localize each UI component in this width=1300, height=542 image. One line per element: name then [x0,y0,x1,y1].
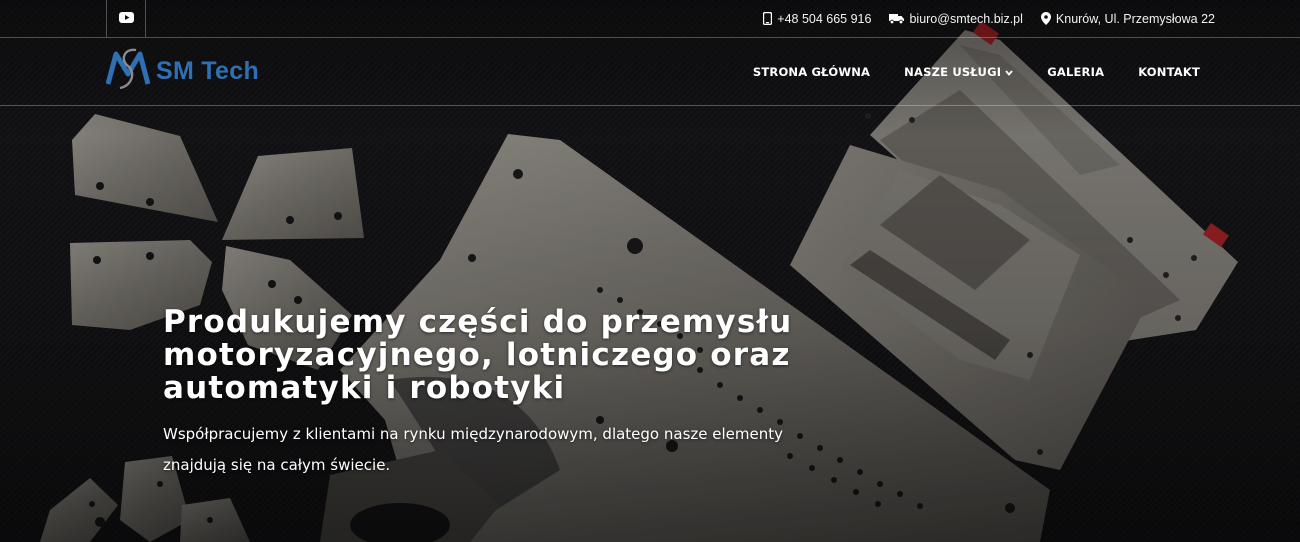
hero-title-line: motoryzacyjnego, lotniczego oraz [163,337,791,373]
hero-title-line: Produkujemy części do przemysłu [163,304,793,340]
nav-item-contact[interactable]: KONTAKT [1138,65,1200,79]
logo-mark-icon [105,46,151,97]
email-contact[interactable]: biuro@smtech.biz.pl [889,11,1023,26]
truck-icon [889,13,905,24]
nav-item-label: KONTAKT [1138,64,1200,79]
nav-item-label: GALERIA [1047,64,1105,79]
youtube-link[interactable] [106,0,146,37]
map-pin-icon [1040,12,1051,25]
address-text: Knurów, Ul. Przemysłowa 22 [1055,11,1215,26]
top-bar: +48 504 665 916 biuro@smtech.biz.pl Knur… [0,0,1300,38]
main-nav: STRONA GŁÓWNA NASZE USŁUGI GALERIA KONTA… [753,38,1200,105]
address-contact[interactable]: Knurów, Ul. Przemysłowa 22 [1040,11,1215,26]
nav-item-gallery[interactable]: GALERIA [1047,65,1104,79]
nav-item-label: NASZE USŁUGI [904,64,1002,79]
phone-number: +48 504 665 916 [777,11,872,26]
logo[interactable]: SM Tech [105,46,260,97]
nav-item-home[interactable]: STRONA GŁÓWNA [753,65,870,79]
hero-subtitle: Współpracujemy z klientami na rynku międ… [163,425,783,474]
nav-item-label: STRONA GŁÓWNA [752,64,871,79]
phone-icon [763,12,773,25]
nav-item-services[interactable]: NASZE USŁUGI [904,65,1013,79]
hero-title: Produkujemy części do przemysłu motoryza… [163,306,863,405]
youtube-icon [118,10,134,28]
hero-title-line: automatyki i robotyki [163,370,566,406]
phone-contact[interactable]: +48 504 665 916 [763,12,871,26]
chevron-down-icon [1005,65,1013,79]
main-header: SM Tech STRONA GŁÓWNA NASZE USŁUGI GALER… [0,38,1300,106]
logo-text: SM Tech [156,56,260,85]
email-address: biuro@smtech.biz.pl [909,11,1023,26]
contact-info: +48 504 665 916 biuro@smtech.biz.pl Knur… [763,0,1215,37]
